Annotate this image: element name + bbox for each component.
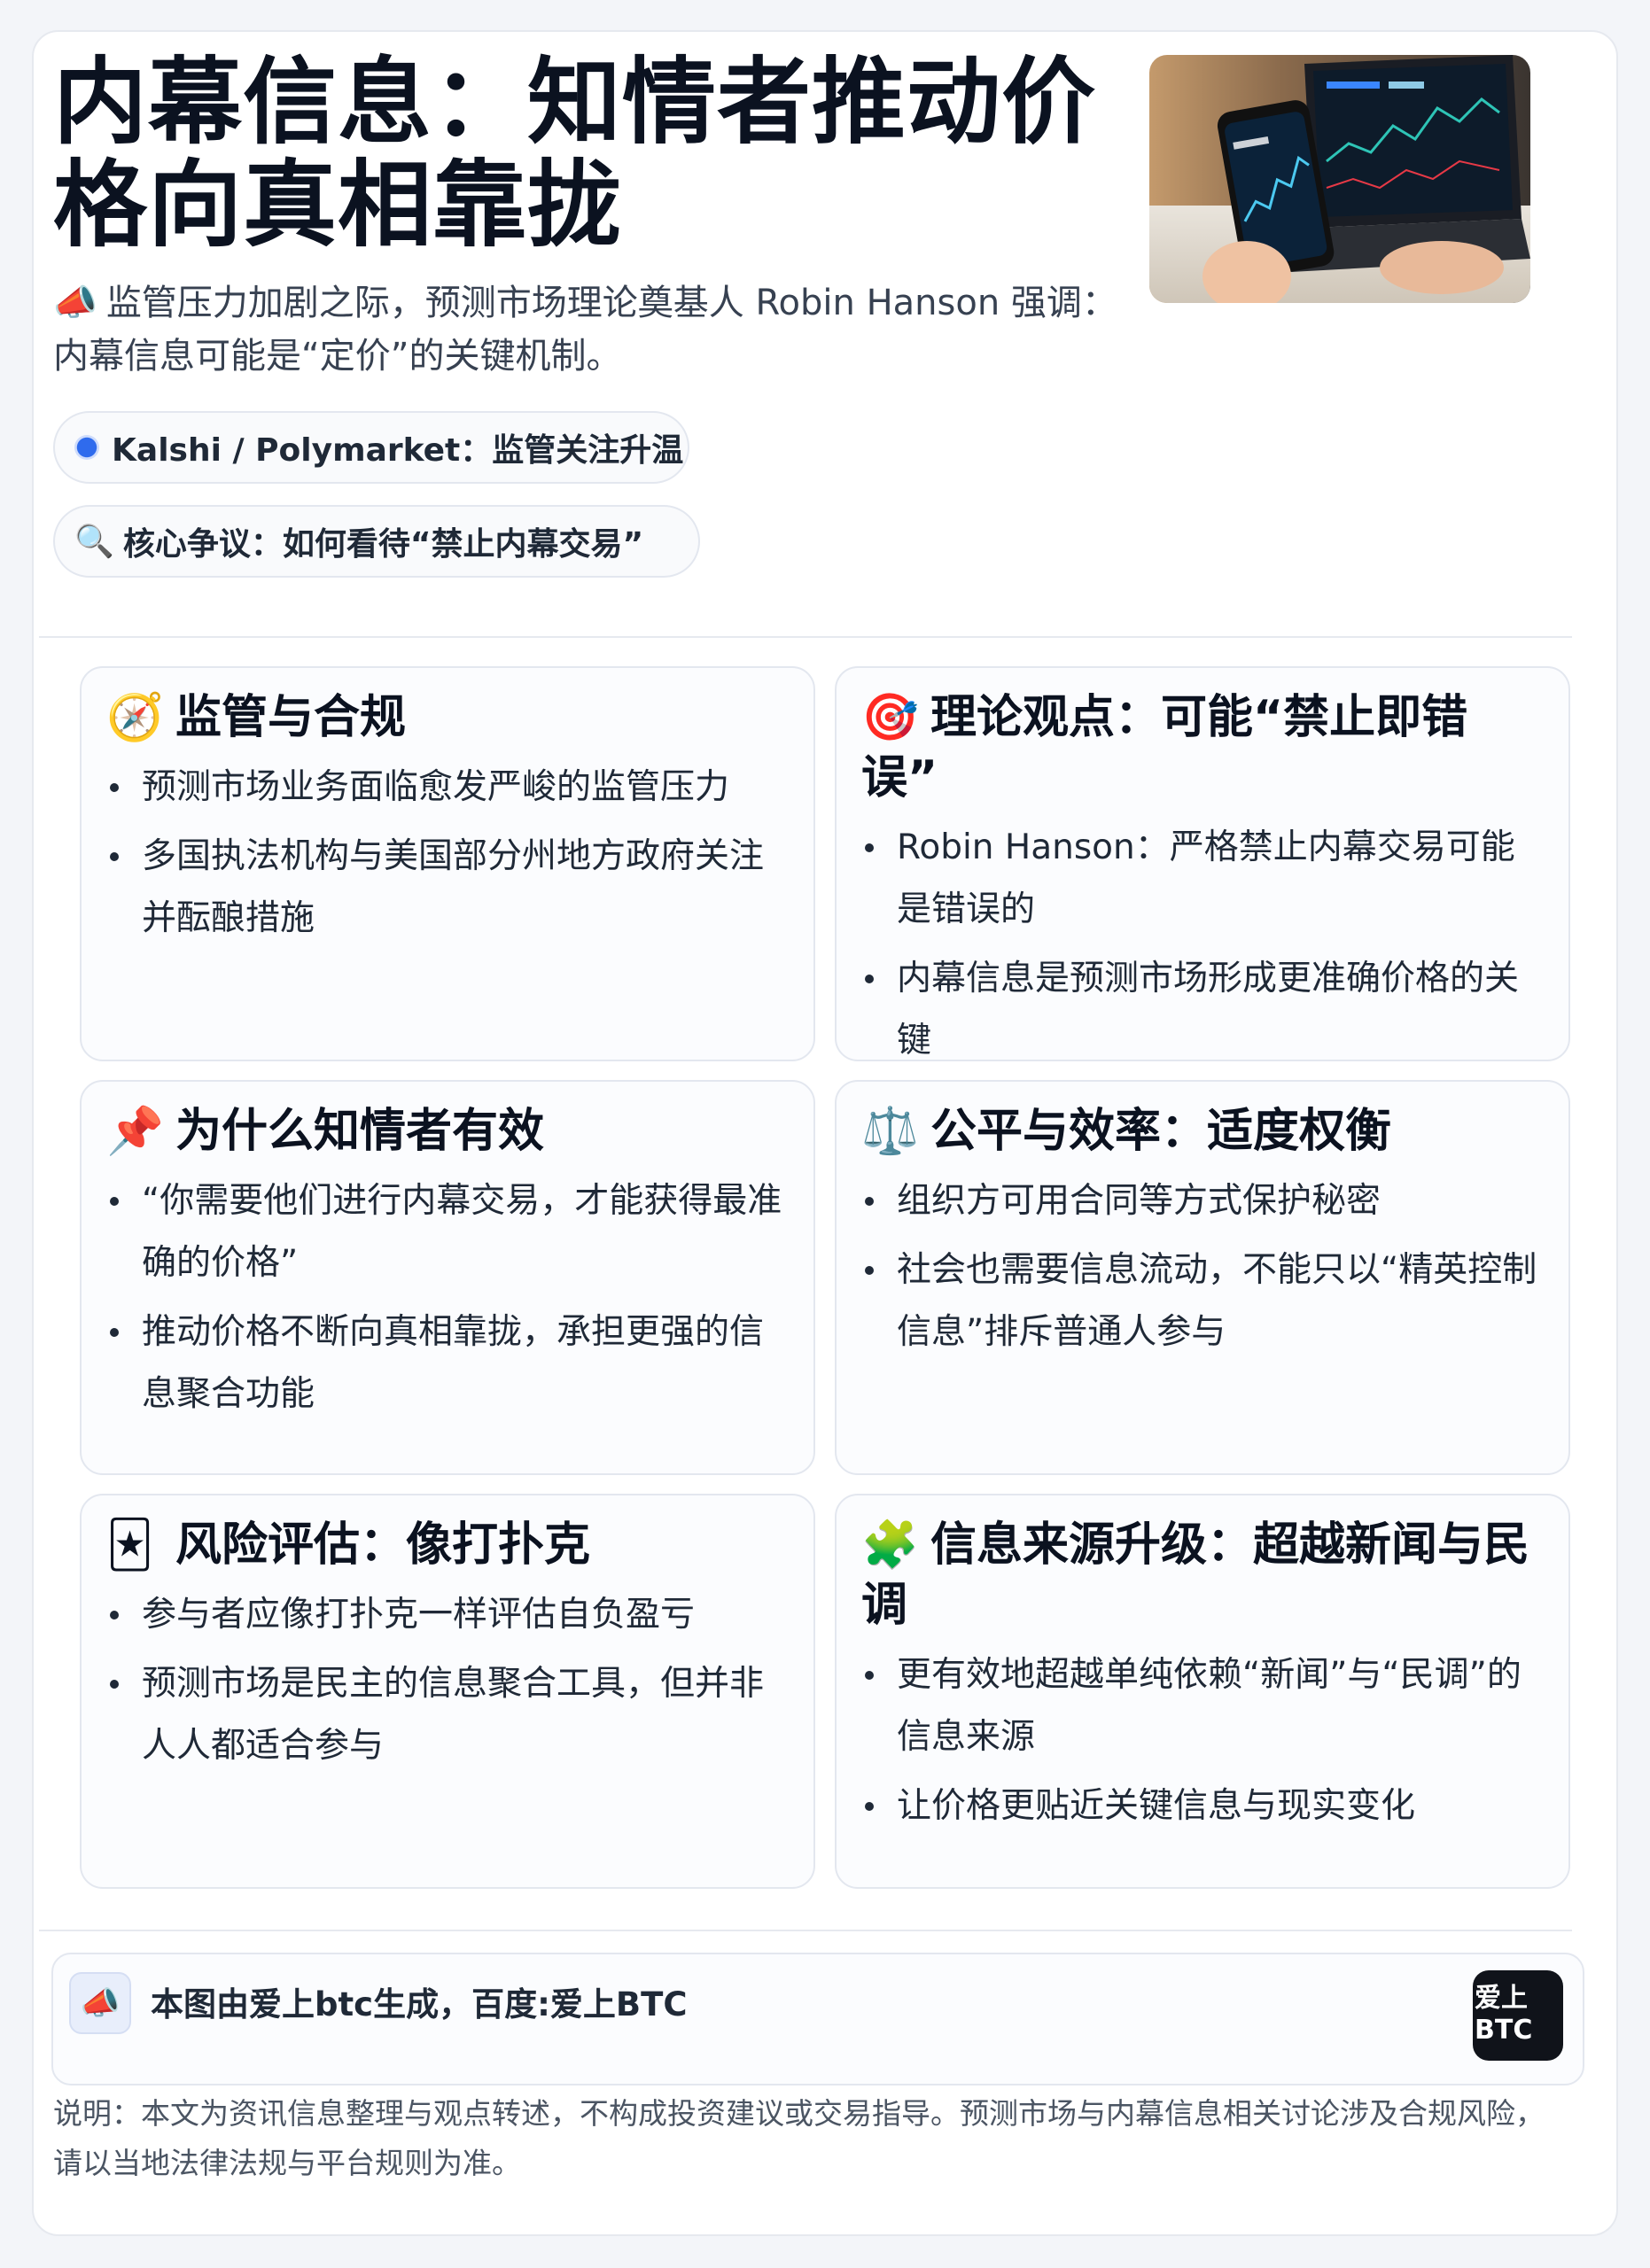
card-list: 预测市场业务面临愈发严峻的监管压力 多国执法机构与美国部分州地方政府关注并酝酿措… bbox=[106, 757, 789, 950]
card-list: “你需要他们进行内幕交易，才能获得最准确的价格” 推动价格不断向真相靠拢，承担更… bbox=[106, 1170, 789, 1425]
page-title: 内幕信息：知情者推动价格向真相靠拢 bbox=[53, 48, 1096, 260]
target-icon: 🎯 bbox=[861, 691, 919, 744]
divider bbox=[39, 1930, 1572, 1931]
card-list: 更有效地超越单纯依赖“新闻”与“民调”的信息来源 让价格更贴近关键信息与现实变化 bbox=[861, 1644, 1544, 1837]
card-regulation: 🧭 监管与合规 预测市场业务面临愈发严峻的监管压力 多国执法机构与美国部分州地方政… bbox=[80, 666, 815, 1061]
pushpin-icon: 📌 bbox=[106, 1105, 164, 1158]
card-list: 参与者应像打扑克一样评估自负盈亏 预测市场是民主的信息聚合工具，但并非人人都适合… bbox=[106, 1584, 789, 1777]
subtitle-text: 监管压力加剧之际，预测市场理论奠基人 Robin Hanson 强调：内幕信息可… bbox=[53, 283, 1117, 377]
list-item: 内幕信息是预测市场形成更准确价格的关键 bbox=[861, 948, 1544, 1072]
list-item: 推动价格不断向真相靠拢，承担更强的信息聚合功能 bbox=[106, 1301, 789, 1425]
badge-line: 爱上 bbox=[1475, 1983, 1528, 2014]
card-title: 🧩 信息来源升级：超越新闻与民调 bbox=[861, 1515, 1544, 1635]
list-item: 预测市场是民主的信息聚合工具，但并非人人都适合参与 bbox=[106, 1653, 789, 1777]
card-title-text: 监管与合规 bbox=[175, 691, 407, 744]
card-fairness: ⚖️ 公平与效率：适度权衡 组织方可用合同等方式保护秘密 社会也需要信息流动，不能… bbox=[835, 1080, 1570, 1475]
tag-label: Kalshi / Polymarket：监管关注升温 bbox=[112, 432, 684, 469]
hero-illustration bbox=[1149, 55, 1530, 303]
list-item: 社会也需要信息流动，不能只以“精英控制信息”排斥普通人参与 bbox=[861, 1239, 1544, 1363]
tag-regulatory-attention: Kalshi / Polymarket：监管关注升温 bbox=[53, 411, 689, 484]
card-sources: 🧩 信息来源升级：超越新闻与民调 更有效地超越单纯依赖“新闻”与“民调”的信息来源… bbox=[835, 1494, 1570, 1889]
card-title: 🎯 理论观点：可能“禁止即错误” bbox=[861, 687, 1544, 808]
joker-card-icon: 🃏 bbox=[106, 1518, 154, 1572]
tag-core-debate: 🔍 核心争议：如何看待“禁止内幕交易” bbox=[53, 505, 700, 578]
subtitle: 📣 监管压力加剧之际，预测市场理论奠基人 Robin Hanson 强调：内幕信息… bbox=[53, 276, 1134, 383]
card-title-text: 为什么知情者有效 bbox=[175, 1105, 545, 1158]
card-title-text: 理论观点：可能“禁止即错误” bbox=[861, 691, 1468, 804]
card-list: Robin Hanson：严格禁止内幕交易可能是错误的 内幕信息是预测市场形成更… bbox=[861, 817, 1544, 1072]
hero-image-phone-trading-chart bbox=[1149, 55, 1530, 303]
card-list: 组织方可用合同等方式保护秘密 社会也需要信息流动，不能只以“精英控制信息”排斥普… bbox=[861, 1170, 1544, 1363]
list-item: 更有效地超越单纯依赖“新闻”与“民调”的信息来源 bbox=[861, 1644, 1544, 1768]
list-item: “你需要他们进行内幕交易，才能获得最准确的价格” bbox=[106, 1170, 789, 1294]
divider bbox=[39, 636, 1572, 638]
card-theory: 🎯 理论观点：可能“禁止即错误” Robin Hanson：严格禁止内幕交易可能是… bbox=[835, 666, 1570, 1061]
list-item: 参与者应像打扑克一样评估自负盈亏 bbox=[106, 1584, 789, 1646]
card-title-text: 信息来源升级：超越新闻与民调 bbox=[861, 1518, 1530, 1632]
card-title: 📌 为什么知情者有效 bbox=[106, 1101, 789, 1161]
disclaimer: 说明：本文为资讯信息整理与观点转述，不构成投资建议或交易指导。预测市场与内幕信息… bbox=[53, 2096, 1545, 2180]
card-title: 🧭 监管与合规 bbox=[106, 687, 789, 748]
megaphone-icon: 📣 bbox=[69, 1972, 131, 2034]
card-title: 🃏 风险评估：像打扑克 bbox=[106, 1515, 789, 1575]
list-item: Robin Hanson：严格禁止内幕交易可能是错误的 bbox=[861, 817, 1544, 941]
card-insiders: 📌 为什么知情者有效 “你需要他们进行内幕交易，才能获得最准确的价格” 推动价格不… bbox=[80, 1080, 815, 1475]
brand-badge: 爱上 BTC bbox=[1473, 1970, 1563, 2061]
card-title-text: 公平与效率：适度权衡 bbox=[930, 1105, 1392, 1158]
compass-icon: 🧭 bbox=[106, 691, 164, 744]
list-item: 组织方可用合同等方式保护秘密 bbox=[861, 1170, 1544, 1232]
list-item: 多国执法机构与美国部分州地方政府关注并酝酿措施 bbox=[106, 826, 789, 950]
footer-banner: 📣 本图由爱上btc生成，百度:爱上BTC 爱上 BTC bbox=[51, 1953, 1584, 2085]
balance-scale-icon: ⚖️ bbox=[861, 1105, 919, 1158]
card-risk: 🃏 风险评估：像打扑克 参与者应像打扑克一样评估自负盈亏 预测市场是民主的信息聚合… bbox=[80, 1494, 815, 1889]
footer-text: 本图由爱上btc生成，百度:爱上BTC bbox=[151, 1985, 688, 2023]
card-title-text: 风险评估：像打扑克 bbox=[175, 1518, 591, 1572]
tag-label: 核心争议：如何看待“禁止内幕交易” bbox=[122, 526, 644, 563]
magnifier-icon: 🔍 bbox=[74, 524, 114, 560]
list-item: 预测市场业务面临愈发严峻的监管压力 bbox=[106, 757, 789, 819]
puzzle-piece-icon: 🧩 bbox=[861, 1518, 919, 1572]
blue-dot-icon bbox=[74, 435, 99, 460]
list-item: 让价格更贴近关键信息与现实变化 bbox=[861, 1775, 1544, 1837]
megaphone-icon: 📣 bbox=[53, 283, 97, 323]
card-title: ⚖️ 公平与效率：适度权衡 bbox=[861, 1101, 1544, 1161]
badge-line: BTC bbox=[1475, 2015, 1533, 2046]
